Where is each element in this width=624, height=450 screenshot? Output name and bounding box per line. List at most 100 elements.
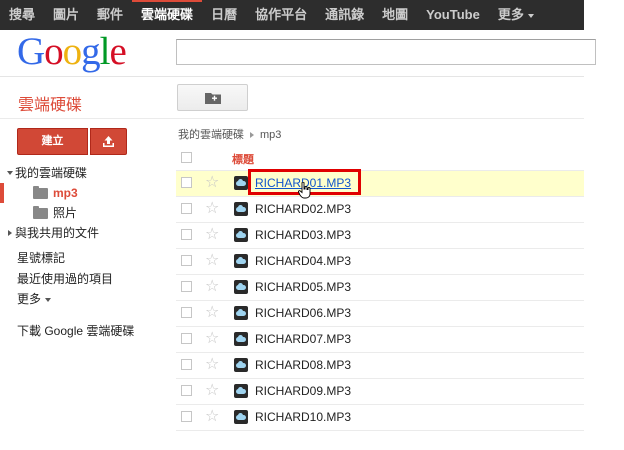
sidebar-item-recent[interactable]: 最近使用過的項目: [17, 270, 113, 287]
sidebar-item-label: 與我共用的文件: [15, 226, 100, 240]
folder-tree: 我的雲端硬碟 mp3 照片 與我共用的文件: [0, 163, 170, 243]
nav-mail[interactable]: 郵件: [88, 0, 132, 30]
chevron-down-icon: [527, 13, 534, 18]
file-name[interactable]: RICHARD02.MP3: [255, 202, 351, 216]
audio-file-icon: [234, 202, 248, 216]
nav-search[interactable]: 搜尋: [0, 0, 44, 30]
star-icon[interactable]: ☆: [205, 199, 219, 219]
star-icon[interactable]: ☆: [205, 303, 219, 323]
top-nav-bar: 搜尋 圖片 郵件 雲端硬碟 日曆 協作平台 通訊錄 地圖 YouTube 更多: [0, 0, 584, 30]
row-checkbox[interactable]: [181, 359, 192, 370]
divider: [0, 118, 584, 119]
table-row[interactable]: ☆ RICHARD04.MP3: [176, 249, 584, 275]
file-name[interactable]: RICHARD05.MP3: [255, 280, 351, 294]
star-icon[interactable]: ☆: [205, 381, 219, 401]
file-name[interactable]: RICHARD09.MP3: [255, 384, 351, 398]
audio-file-icon: [234, 358, 248, 372]
nav-images[interactable]: 圖片: [44, 0, 88, 30]
star-icon[interactable]: ☆: [205, 225, 219, 245]
star-icon[interactable]: ☆: [205, 355, 219, 375]
breadcrumb-root[interactable]: 我的雲端硬碟: [178, 129, 244, 141]
nav-contacts[interactable]: 通訊錄: [316, 0, 373, 30]
nav-more[interactable]: 更多: [489, 0, 543, 30]
table-row[interactable]: ☆ RICHARD07.MP3: [176, 327, 584, 353]
breadcrumb: 我的雲端硬碟 mp3: [178, 126, 281, 142]
star-icon[interactable]: ☆: [205, 277, 219, 297]
selection-indicator: [0, 183, 4, 203]
sidebar-item-label: 我的雲端硬碟: [15, 166, 88, 180]
star-icon[interactable]: ☆: [205, 173, 219, 193]
sidebar-item-starred[interactable]: 星號標記: [17, 249, 65, 266]
download-drive-link[interactable]: 下載 Google 雲端硬碟: [17, 322, 134, 339]
row-checkbox[interactable]: [181, 411, 192, 422]
sidebar-item-shared[interactable]: 與我共用的文件: [0, 223, 170, 243]
upload-icon: [103, 136, 114, 147]
table-row[interactable]: ☆ RICHARD01.MP3: [176, 169, 584, 199]
row-checkbox[interactable]: [181, 385, 192, 396]
sidebar-item-label: mp3: [53, 186, 78, 200]
sidebar-item-my-drive[interactable]: 我的雲端硬碟: [0, 163, 170, 183]
file-name[interactable]: RICHARD06.MP3: [255, 306, 351, 320]
nav-more-label: 更多: [497, 7, 524, 22]
header: Google: [0, 30, 596, 77]
audio-file-icon: [234, 228, 248, 242]
chevron-right-icon: [250, 132, 254, 139]
file-name[interactable]: RICHARD03.MP3: [255, 228, 351, 242]
select-all-checkbox[interactable]: [181, 152, 192, 163]
table-row[interactable]: ☆ RICHARD02.MP3: [176, 197, 584, 223]
sidebar-item-label: 照片: [53, 206, 78, 220]
star-icon[interactable]: ☆: [205, 251, 219, 271]
google-logo[interactable]: Google: [17, 30, 127, 74]
table-row[interactable]: ☆ RICHARD10.MP3: [176, 405, 584, 431]
app-title[interactable]: 雲端硬碟: [18, 91, 82, 115]
table-row[interactable]: ☆ RICHARD05.MP3: [176, 275, 584, 301]
chevron-down-icon: [45, 297, 52, 302]
sidebar-item-label: 更多: [17, 292, 42, 306]
create-button[interactable]: 建立: [17, 128, 88, 155]
star-icon[interactable]: ☆: [205, 329, 219, 349]
audio-file-icon: [234, 332, 248, 346]
audio-file-icon: [234, 384, 248, 398]
audio-file-icon: [234, 176, 248, 190]
new-folder-button[interactable]: [177, 84, 248, 111]
row-checkbox[interactable]: [181, 177, 192, 188]
row-checkbox[interactable]: [181, 203, 192, 214]
table-row[interactable]: ☆ RICHARD09.MP3: [176, 379, 584, 405]
row-checkbox[interactable]: [181, 281, 192, 292]
table-row[interactable]: ☆ RICHARD08.MP3: [176, 353, 584, 379]
sidebar-item-photos[interactable]: 照片: [0, 203, 170, 223]
table-row[interactable]: ☆ RICHARD06.MP3: [176, 301, 584, 327]
expand-arrow-icon[interactable]: [8, 230, 12, 236]
file-name[interactable]: RICHARD07.MP3: [255, 332, 351, 346]
audio-file-icon: [234, 410, 248, 424]
new-folder-icon: [204, 92, 221, 104]
list-header: 標題: [176, 146, 584, 171]
star-icon[interactable]: ☆: [205, 407, 219, 427]
audio-file-icon: [234, 280, 248, 294]
file-name[interactable]: RICHARD04.MP3: [255, 254, 351, 268]
row-checkbox[interactable]: [181, 333, 192, 344]
file-name[interactable]: RICHARD08.MP3: [255, 358, 351, 372]
audio-file-icon: [234, 306, 248, 320]
expand-arrow-icon[interactable]: [7, 171, 13, 175]
search-input[interactable]: [176, 39, 596, 65]
row-checkbox[interactable]: [181, 229, 192, 240]
nav-youtube[interactable]: YouTube: [417, 0, 489, 30]
sidebar-item-mp3[interactable]: mp3: [0, 183, 170, 203]
audio-file-icon: [234, 254, 248, 268]
breadcrumb-current: mp3: [260, 129, 282, 141]
sidebar-item-more[interactable]: 更多: [17, 290, 52, 307]
file-list: 標題 ☆ RICHARD01.MP3 ☆ RICHARD02.MP3 ☆ RIC…: [176, 146, 584, 431]
upload-button[interactable]: [90, 128, 127, 155]
row-checkbox[interactable]: [181, 307, 192, 318]
row-checkbox[interactable]: [181, 255, 192, 266]
nav-calendar[interactable]: 日曆: [202, 0, 246, 30]
nav-sites[interactable]: 協作平台: [246, 0, 316, 30]
nav-drive[interactable]: 雲端硬碟: [132, 0, 203, 30]
file-name[interactable]: RICHARD10.MP3: [255, 410, 351, 424]
column-title-header[interactable]: 標題: [232, 151, 254, 167]
folder-icon: [33, 206, 48, 220]
folder-icon: [33, 186, 48, 200]
table-row[interactable]: ☆ RICHARD03.MP3: [176, 223, 584, 249]
nav-maps[interactable]: 地圖: [373, 0, 417, 30]
